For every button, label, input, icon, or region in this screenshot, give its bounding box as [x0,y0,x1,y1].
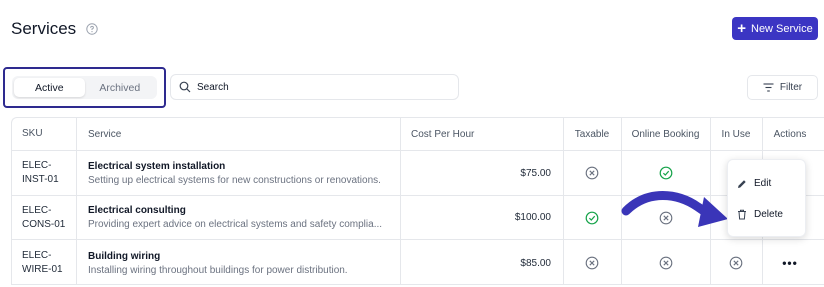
tab-active[interactable]: Active [14,78,85,97]
header-cost-per-hour[interactable]: Cost Per Hour [411,118,551,150]
actions-menu: Edit Delete [727,159,806,237]
page-header: Services [11,19,98,39]
filter-button[interactable]: Filter [747,75,818,100]
service-cell: Electrical system installation Setting u… [88,151,400,195]
more-icon[interactable]: ••• [782,256,798,270]
header-service[interactable]: Service [88,118,400,150]
header-taxable[interactable]: Taxable [563,118,621,150]
status-tabs: Active Archived [12,76,157,99]
menu-item-edit[interactable]: Edit [728,168,805,199]
actions-cell: ••• [762,240,818,284]
x-circle-icon [659,256,672,270]
annotation-arrow-icon [621,191,728,227]
header-sku[interactable]: SKU [22,118,76,150]
sku-line: ELEC- [22,204,52,216]
page-title: Services [11,19,77,38]
service-name: Electrical system installation [88,160,226,172]
table-row[interactable]: ELEC- WIRE-01 Building wiring Installing… [12,240,824,284]
header-online-booking[interactable]: Online Booking [621,118,710,150]
sku-line: CONS-01 [22,218,66,230]
new-service-label: New Service [751,22,813,35]
header-actions: Actions [773,128,807,140]
service-cell: Electrical consulting Providing expert a… [88,196,400,239]
service-description: Installing wiring throughout buildings f… [88,264,348,276]
search-input[interactable] [197,81,437,93]
online-booking-cell [621,240,710,284]
search-icon [179,81,191,93]
search-box [170,74,459,100]
cost-cell: $85.00 [520,257,551,269]
service-cell: Building wiring Installing wiring throug… [88,240,400,284]
service-description: Setting up electrical systems for new co… [88,174,381,186]
check-circle-icon [659,166,672,180]
sku-line: ELEC- [22,250,52,261]
table-header: SKU Service Cost Per Hour Taxable Online… [12,118,824,151]
status-tabs-highlight: Active Archived [3,67,166,108]
new-service-button[interactable]: + New Service [732,17,818,40]
service-description: Providing expert advice on electrical sy… [88,219,383,230]
cost-cell: $75.00 [520,167,551,179]
menu-item-label: Edit [754,178,772,189]
filter-icon [763,83,774,92]
filter-label: Filter [779,82,803,93]
x-circle-icon [585,166,599,180]
sku-line: WIRE-01 [22,264,63,275]
in-use-cell [710,240,762,284]
menu-item-delete[interactable]: Delete [728,199,805,230]
x-circle-icon [585,256,599,270]
tab-archived[interactable]: Archived [85,78,156,97]
taxable-cell [563,240,621,284]
trash-icon [738,209,746,220]
service-name: Building wiring [88,250,161,262]
service-name: Electrical consulting [88,205,186,216]
taxable-cell [563,151,621,195]
pencil-icon [738,179,746,188]
help-icon[interactable] [86,23,98,35]
sku-line: INST-01 [22,174,59,185]
taxable-cell [563,196,621,239]
cost-cell: $100.00 [514,212,551,223]
x-circle-icon [729,256,743,270]
sku-cell: ELEC- INST-01 [22,151,76,195]
plus-icon: + [737,20,746,37]
sku-cell: ELEC- CONS-01 [22,196,76,239]
header-in-use[interactable]: In Use [710,118,762,150]
check-circle-icon [585,211,599,224]
sku-line: ELEC- [22,160,52,171]
menu-item-label: Delete [754,209,783,220]
sku-cell: ELEC- WIRE-01 [22,240,76,284]
